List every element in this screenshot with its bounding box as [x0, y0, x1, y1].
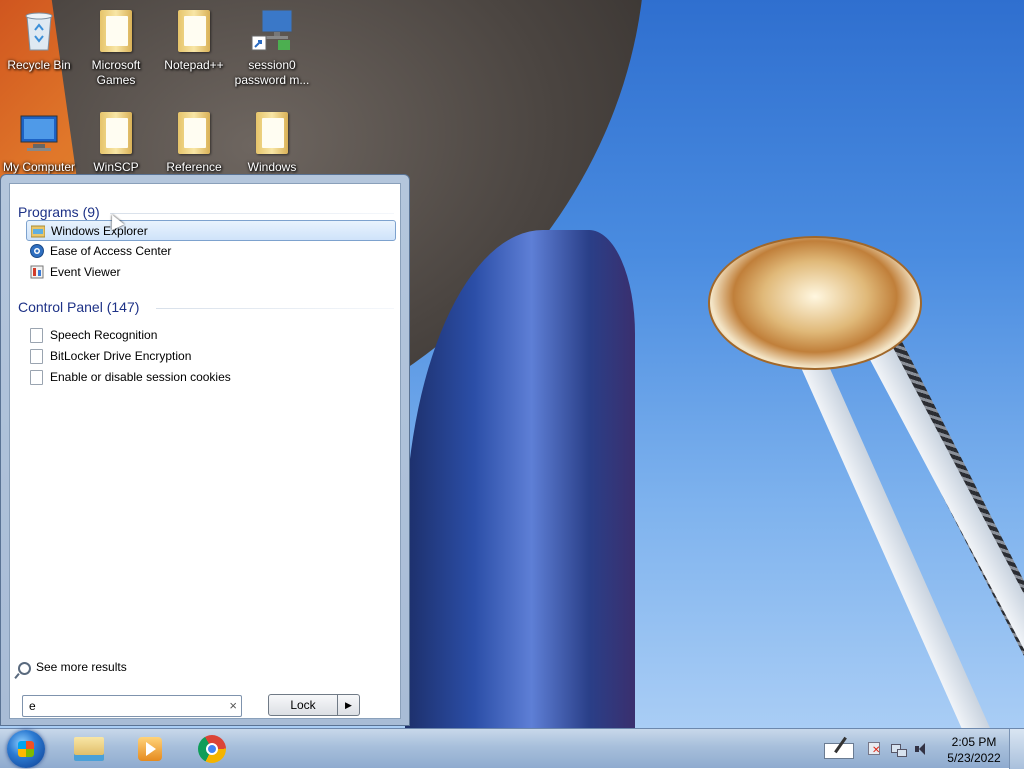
page-icon [30, 349, 43, 364]
result-windows-explorer[interactable]: Windows Explorer [26, 220, 396, 241]
network-icon[interactable] [890, 741, 907, 757]
desktop-icon-session0-password[interactable]: session0 password m... [234, 6, 310, 88]
see-more-results-link[interactable]: See more results [18, 660, 127, 675]
desktop-icon-label: session0 password m... [234, 58, 310, 87]
shortcut-icon [251, 9, 293, 51]
clock-time: 2:05 PM [951, 735, 997, 749]
folder-icon [170, 6, 218, 54]
desktop-icon-label: Windows [247, 160, 297, 174]
windows-logo-icon [18, 741, 34, 757]
taskbar: 2:05 PM 5/23/2022 [0, 728, 1024, 769]
ease-of-access-icon [30, 244, 44, 258]
search-input-value: e [29, 699, 36, 713]
start-search-input[interactable]: e × [22, 695, 242, 717]
recycle-bin-icon [25, 12, 53, 51]
clear-search-icon[interactable]: × [229, 698, 237, 713]
desktop-icon-microsoft-games[interactable]: Microsoft Games [78, 6, 154, 88]
result-label: BitLocker Drive Encryption [50, 349, 192, 363]
folder-icon [92, 6, 140, 54]
desktop-icon-winscp[interactable]: WinSCP [78, 108, 154, 175]
power-options-arrow-button[interactable]: ▶ [338, 694, 360, 716]
tablet-input-panel-button[interactable] [822, 737, 854, 761]
desktop-icon-label: Reference [166, 160, 222, 174]
start-menu: Programs (9) Windows Explorer Ease of Ac… [0, 174, 410, 726]
start-button[interactable] [7, 730, 45, 768]
page-icon [30, 370, 43, 385]
desktop-icon-reference[interactable]: Reference [156, 108, 232, 175]
result-label: Speech Recognition [50, 328, 158, 342]
desktop-icon-label: Microsoft Games [91, 58, 141, 87]
see-more-label: See more results [36, 660, 127, 674]
desktop-icon-label: Notepad++ [164, 58, 224, 72]
result-bitlocker-drive-encryption[interactable]: BitLocker Drive Encryption [26, 346, 396, 367]
result-label: Event Viewer [50, 265, 121, 279]
result-ease-of-access-center[interactable]: Ease of Access Center [26, 241, 396, 262]
taskbar-clock[interactable]: 2:05 PM 5/23/2022 [940, 734, 1008, 766]
result-label: Windows Explorer [51, 224, 148, 238]
desktop-icon-my-computer[interactable]: My Computer [1, 108, 77, 175]
desktop-icon-label: My Computer [2, 160, 76, 174]
desktop-icon-notepad-plus-plus[interactable]: Notepad++ [156, 6, 232, 73]
desktop-icon-label: Recycle Bin [7, 58, 71, 72]
divider [156, 308, 394, 309]
result-label: Ease of Access Center [50, 244, 172, 258]
taskbar-windows-media-player[interactable] [122, 731, 178, 767]
taskbar-google-chrome[interactable] [184, 731, 240, 767]
folder-icon [74, 737, 104, 761]
lock-button[interactable]: Lock [268, 694, 338, 716]
media-player-icon [138, 737, 162, 761]
page-icon [30, 328, 43, 343]
event-viewer-icon [30, 265, 44, 279]
wallpaper-space-needle-top [708, 236, 922, 370]
result-event-viewer[interactable]: Event Viewer [26, 262, 396, 283]
computer-icon [20, 115, 58, 151]
show-desktop-button[interactable] [1009, 729, 1024, 769]
result-label: Enable or disable session cookies [50, 370, 231, 384]
volume-icon[interactable] [914, 741, 930, 757]
desktop-icon-recycle-bin[interactable]: Recycle Bin [1, 6, 77, 73]
chrome-icon [198, 735, 226, 763]
desktop-icon-windows[interactable]: Windows [234, 108, 310, 175]
pen-icon [824, 743, 854, 759]
folder-icon [248, 108, 296, 156]
search-results-pane: Programs (9) Windows Explorer Ease of Ac… [9, 183, 401, 719]
desktop-icon-label: WinSCP [93, 160, 139, 174]
result-enable-disable-session-cookies[interactable]: Enable or disable session cookies [26, 367, 396, 388]
action-center-flag-icon[interactable] [866, 741, 882, 757]
result-speech-recognition[interactable]: Speech Recognition [26, 325, 396, 346]
explorer-folder-icon [31, 225, 45, 238]
taskbar-windows-explorer[interactable] [60, 731, 116, 767]
magnifier-icon [18, 662, 31, 675]
folder-icon [92, 108, 140, 156]
programs-group-header[interactable]: Programs (9) [18, 204, 100, 220]
control-panel-group-header[interactable]: Control Panel (147) [18, 299, 139, 315]
folder-icon [170, 108, 218, 156]
clock-date: 5/23/2022 [947, 751, 1001, 765]
divider [110, 213, 394, 214]
